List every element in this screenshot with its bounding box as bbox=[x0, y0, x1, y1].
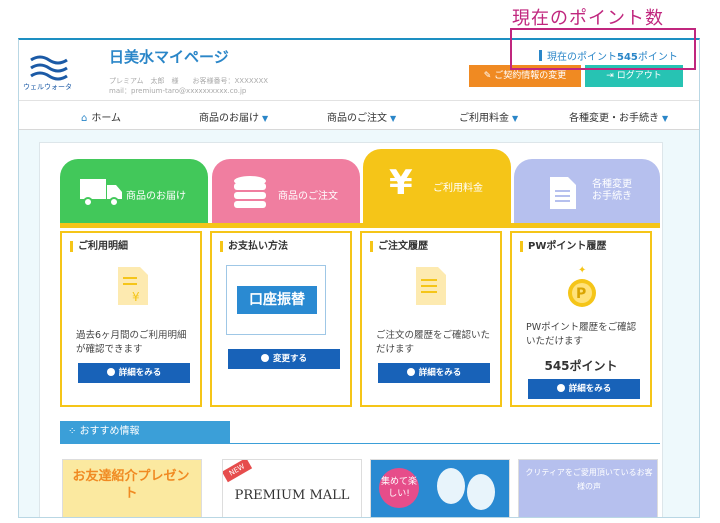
svg-text:P: P bbox=[576, 286, 586, 302]
global-nav: ⌂ ホーム 商品のお届け ▼ 商品のご注文 ▼ ご利用料金 ▼ 各種変更・お手続き ▼ bbox=[19, 100, 699, 130]
contract-change-label: ご契約情報の変更 bbox=[494, 71, 567, 81]
banner-friend-referral[interactable]: お友達紹介プレゼント bbox=[62, 459, 202, 517]
button-label: 詳細をみる bbox=[418, 368, 462, 378]
grid-dots-icon: ⁘ bbox=[68, 426, 80, 437]
tab-delivery[interactable]: 商品のお届け bbox=[60, 159, 208, 223]
annotation-highlight-box bbox=[510, 28, 696, 70]
point-coin-icon: ✦ P bbox=[568, 265, 596, 307]
logout-icon: ⇥ bbox=[606, 71, 617, 81]
recommend-heading: ⁘ おすすめ情報 bbox=[60, 421, 230, 443]
nav-billing[interactable]: ご利用料金 ▼ bbox=[459, 109, 518, 124]
nav-procedure[interactable]: 各種変更・お手続き ▼ bbox=[569, 109, 668, 124]
card-title: ご注文履歴 bbox=[370, 241, 428, 252]
nav-home[interactable]: ⌂ ホーム bbox=[81, 109, 121, 124]
caret-down-icon: ▼ bbox=[512, 114, 519, 123]
caret-down-icon: ▼ bbox=[662, 114, 669, 123]
nav-order-label: 商品のご注文 bbox=[327, 113, 387, 124]
order-history-button[interactable]: 詳細をみる bbox=[378, 363, 490, 383]
home-icon: ⌂ bbox=[81, 113, 88, 124]
change-payment-button[interactable]: 変更する bbox=[228, 349, 340, 369]
nav-procedure-label: 各種変更・お手続き bbox=[569, 113, 659, 124]
nav-delivery-label: 商品のお届け bbox=[199, 113, 259, 124]
card-title: ご利用明細 bbox=[70, 241, 128, 252]
logout-label: ログアウト bbox=[616, 71, 662, 81]
member-mail: mail：premium-taro@xxxxxxxxxx.co.jp bbox=[109, 87, 247, 95]
banner-text: クリティアをご愛用頂いているお客様の声 bbox=[525, 468, 653, 491]
recommend-heading-label: おすすめ情報 bbox=[79, 426, 140, 437]
tab-order[interactable]: 商品のご注文 bbox=[212, 159, 360, 223]
page-frame: ウェルウォータ 日美水マイページ プレミアム 太郎 様 お客様番号：XXXXXX… bbox=[18, 38, 700, 518]
nav-home-label: ホーム bbox=[91, 113, 122, 124]
annotation-label: 現在のポイント数 bbox=[512, 8, 664, 29]
banner-collect[interactable]: 集めて楽しい! bbox=[370, 459, 510, 517]
button-label: 変更する bbox=[272, 354, 307, 364]
order-document-icon bbox=[416, 267, 446, 305]
banner-customer-voice[interactable]: クリティアをご愛用頂いているお客様の声 bbox=[518, 459, 658, 517]
card-title: お支払い方法 bbox=[220, 241, 288, 252]
main-panel: 商品のお届け 商品のご注文 ¥ ご利用料金 各種変更 お手続き ご利用明細 ¥ … bbox=[39, 142, 663, 517]
recommend-divider bbox=[60, 443, 660, 444]
tab-procedure-label: 各種変更 お手続き bbox=[592, 179, 632, 202]
tab-billing[interactable]: ¥ ご利用料金 bbox=[363, 149, 511, 223]
arrow-circle-icon bbox=[556, 384, 565, 392]
document-icon bbox=[550, 177, 576, 209]
button-label: 詳細をみる bbox=[568, 384, 612, 394]
banner-text: 集めて楽しい! bbox=[379, 468, 419, 508]
bank-transfer-label: 口座振替 bbox=[237, 286, 317, 314]
button-label: 詳細をみる bbox=[118, 368, 162, 378]
banner-text: お友達紹介プレゼント bbox=[72, 469, 190, 501]
tab-underline bbox=[60, 223, 660, 228]
tab-order-label: 商品のご注文 bbox=[278, 191, 338, 202]
nav-delivery[interactable]: 商品のお届け ▼ bbox=[199, 109, 268, 124]
card-usage-details: ご利用明細 ¥ 過去6ヶ月間のご利用明細が確認できます 詳細をみる bbox=[60, 231, 202, 407]
truck-icon bbox=[80, 179, 122, 207]
tab-billing-label: ご利用料金 bbox=[433, 183, 483, 194]
usage-detail-button[interactable]: 詳細をみる bbox=[78, 363, 190, 383]
nav-order[interactable]: 商品のご注文 ▼ bbox=[327, 109, 396, 124]
logo-text: ウェルウォータ bbox=[23, 83, 72, 91]
banner-premium-mall[interactable]: NEW PREMIUM MALL bbox=[222, 459, 362, 517]
bank-transfer-badge: 口座振替 bbox=[226, 265, 326, 335]
pw-point-history-button[interactable]: 詳細をみる bbox=[528, 379, 640, 399]
balloon-icon bbox=[437, 468, 495, 510]
tab-procedure[interactable]: 各種変更 お手続き bbox=[514, 159, 660, 223]
card-title: PWポイント履歴 bbox=[520, 241, 606, 252]
receipt-icon: ¥ bbox=[118, 267, 148, 305]
banner-text: PREMIUM MALL bbox=[234, 488, 350, 503]
water-bottle-icon bbox=[234, 176, 266, 208]
new-badge: NEW bbox=[223, 460, 253, 483]
arrow-circle-icon bbox=[260, 354, 269, 362]
arrow-circle-icon bbox=[406, 368, 415, 376]
svg-text:¥: ¥ bbox=[132, 290, 140, 304]
caret-down-icon: ▼ bbox=[390, 114, 397, 123]
card-payment-method: お支払い方法 口座振替 変更する bbox=[210, 231, 352, 407]
tab-delivery-label: 商品のお届け bbox=[126, 191, 186, 202]
card-desc: PWポイント履歴をご確認いただけます bbox=[526, 322, 637, 347]
card-pw-point-history: PWポイント履歴 ✦ P PWポイント履歴をご確認いただけます 545ポイント … bbox=[510, 231, 652, 407]
site-title[interactable]: 日美水マイページ bbox=[109, 46, 229, 67]
pw-points-value: 545ポイント bbox=[544, 359, 618, 373]
arrow-circle-icon bbox=[106, 368, 115, 376]
pencil-icon: ✎ bbox=[483, 71, 495, 81]
nav-billing-label: ご利用料金 bbox=[459, 113, 509, 124]
caret-down-icon: ▼ bbox=[262, 114, 269, 123]
card-order-history: ご注文履歴 ご注文の履歴をご確認いただけます 詳細をみる bbox=[360, 231, 502, 407]
svg-text:✦: ✦ bbox=[578, 265, 586, 276]
card-desc: ご注文の履歴をご確認いただけます bbox=[376, 330, 491, 355]
member-info: プレミアム 太郎 様 お客様番号：XXXXXXX bbox=[109, 77, 269, 85]
card-desc: 過去6ヶ月間のご利用明細が確認できます bbox=[76, 330, 187, 355]
yen-icon: ¥ bbox=[389, 163, 413, 203]
